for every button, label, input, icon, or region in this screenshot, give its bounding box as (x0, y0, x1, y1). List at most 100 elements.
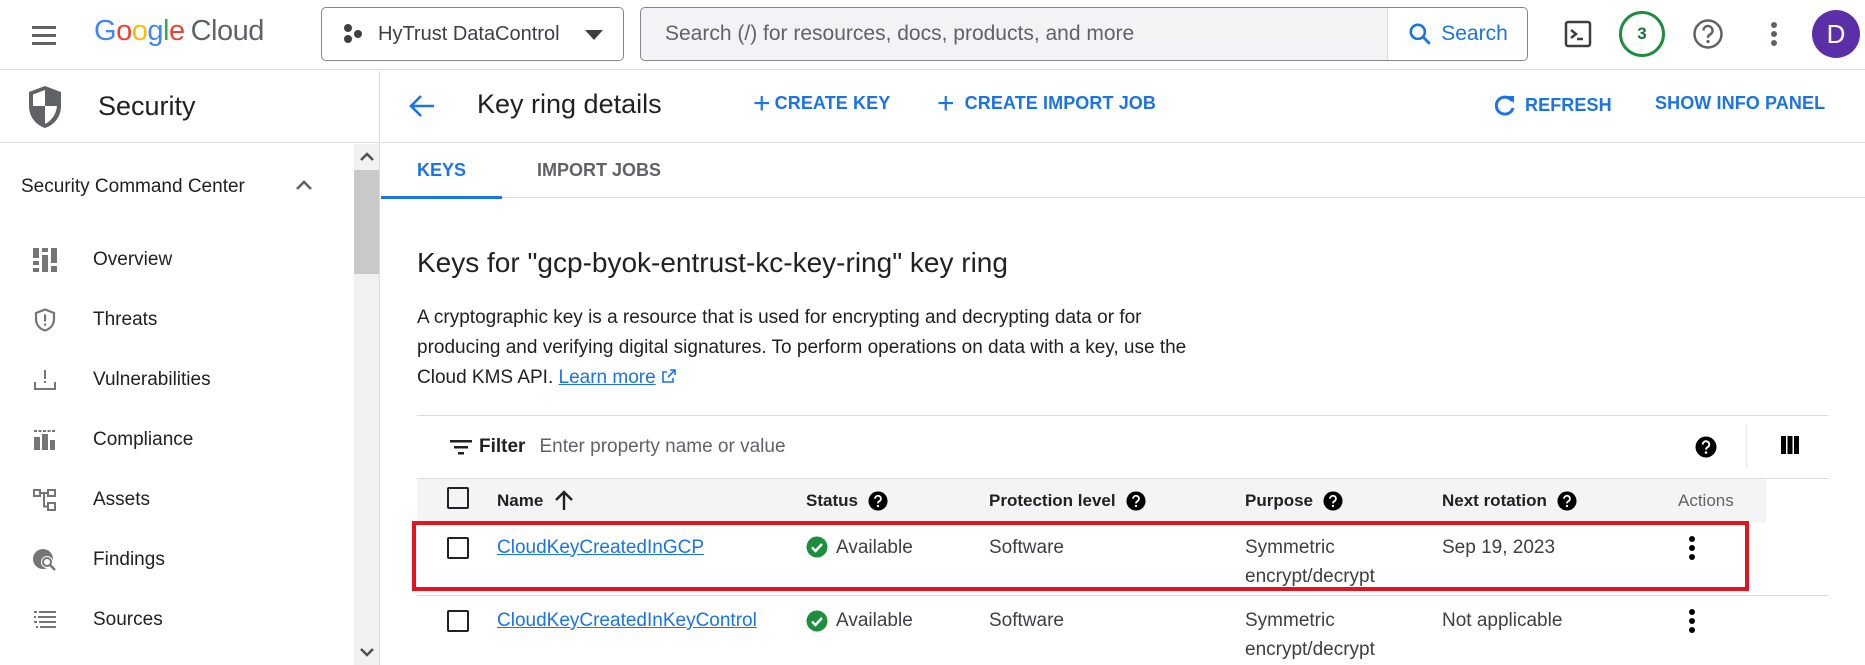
filter-label: Filter (479, 436, 526, 457)
hamburger-icon (32, 26, 56, 29)
keys-description: A cryptographic key is a resource that i… (417, 303, 1207, 393)
section-security-command-center[interactable]: Security Command Center (0, 144, 352, 230)
sidebar-header: Security (0, 71, 379, 143)
logo-letter: o (116, 15, 132, 47)
check-circle-icon (806, 536, 828, 558)
create-key-button[interactable]: + CREATE KEY (753, 88, 890, 118)
search-bar: Search (640, 7, 1528, 61)
search-button[interactable]: Search (1387, 8, 1527, 60)
sidebar-item-threats[interactable]: Threats (0, 290, 352, 350)
column-header-status[interactable]: Status (806, 479, 989, 523)
google-cloud-logo[interactable]: Google Cloud (94, 15, 264, 48)
nav-label: Threats (93, 309, 158, 330)
select-all-checkbox[interactable] (447, 487, 469, 510)
column-header-purpose[interactable]: Purpose (1245, 479, 1442, 523)
filter-icon (450, 440, 472, 455)
logo-cloud-text: Cloud (190, 15, 265, 47)
filter-help-button[interactable] (1695, 436, 1717, 463)
logo-letter: G (94, 15, 117, 47)
create-import-job-button[interactable]: + CREATE IMPORT JOB (937, 86, 1156, 120)
more-options-button[interactable] (1754, 14, 1794, 54)
search-icon (1409, 23, 1431, 45)
logo-letter: o (131, 15, 148, 47)
help-filled-icon[interactable] (1323, 491, 1343, 511)
nav-label: Vulnerabilities (93, 369, 211, 390)
learn-more-label: Learn more (558, 367, 656, 388)
table-row[interactable]: CloudKeyCreatedInKeyControl Available So… (417, 596, 1829, 665)
nav-label: Assets (93, 489, 151, 510)
search-button-label: Search (1441, 22, 1508, 45)
sidebar-item-sources[interactable]: Sources (0, 590, 352, 650)
refresh-button[interactable]: REFRESH (1493, 93, 1612, 117)
scroll-up-button[interactable] (354, 144, 379, 169)
sources-icon (30, 605, 60, 635)
plus-icon: + (937, 86, 955, 120)
nav-label: Sources (93, 609, 163, 630)
filter-bar: Filter (417, 415, 1829, 478)
show-info-panel-button[interactable]: SHOW INFO PANEL (1655, 93, 1825, 114)
help-filled-icon[interactable] (1557, 491, 1577, 511)
learn-more-link[interactable]: Learn more (559, 367, 656, 388)
scrollbar-thumb[interactable] (354, 170, 379, 274)
back-button[interactable] (408, 93, 436, 124)
cloud-shell-button[interactable] (1558, 14, 1598, 54)
column-header-name[interactable]: Name (497, 479, 806, 523)
row-spacer (1766, 596, 1829, 665)
sidebar-item-findings[interactable]: Findings (0, 530, 352, 590)
tab-keys[interactable]: KEYS (380, 143, 503, 199)
refresh-label: REFRESH (1525, 94, 1612, 115)
table-row[interactable]: CloudKeyCreatedInGCP Available Software … (417, 523, 1829, 596)
row-actions-button[interactable] (1688, 535, 1696, 570)
purpose-line: Symmetric (1245, 536, 1335, 558)
nav-label: Findings (93, 549, 165, 570)
help-filled-icon[interactable] (868, 491, 888, 511)
refresh-icon (1494, 95, 1515, 116)
project-picker[interactable]: HyTrust DataControl (321, 7, 624, 61)
column-label: Actions (1678, 490, 1734, 510)
keys-table-container: Filter Name Status (417, 415, 1829, 665)
column-display-button[interactable] (1780, 435, 1800, 460)
tab-bar: KEYS IMPORT JOBS (380, 143, 1865, 199)
show-info-panel-label: SHOW INFO PANEL (1655, 93, 1826, 113)
dashboard-icon (30, 245, 60, 275)
help-filled-icon (1695, 436, 1717, 458)
compliance-icon (30, 425, 60, 455)
more-vert-icon (1689, 609, 1695, 633)
arrow-back-icon (409, 95, 434, 117)
sidebar-scrollbar[interactable] (354, 144, 379, 665)
account-button[interactable]: D (1812, 10, 1860, 58)
keys-heading: Keys for "gcp-byok-entrust-kc-key-ring" … (417, 247, 1008, 278)
row-spacer (1766, 523, 1829, 596)
sidebar-item-assets[interactable]: Assets (0, 470, 352, 530)
main-menu-button[interactable] (30, 21, 58, 49)
column-header-next-rotation[interactable]: Next rotation (1442, 479, 1678, 523)
sort-ascending-icon[interactable] (553, 490, 575, 512)
sidebar-item-vulnerabilities[interactable]: Vulnerabilities (0, 350, 352, 410)
more-vert-icon (1771, 22, 1777, 46)
sidebar-item-compliance[interactable]: Compliance (0, 410, 352, 470)
tab-import-jobs[interactable]: IMPORT JOBS (537, 143, 661, 198)
shield-alert-icon (30, 305, 60, 335)
notifications-button[interactable]: 3 (1618, 10, 1666, 58)
help-button[interactable] (1688, 14, 1728, 54)
row-actions-button[interactable] (1688, 608, 1696, 643)
purpose-cell: Symmetric encrypt/decrypt (1245, 523, 1442, 596)
hamburger-icon-line (32, 34, 56, 37)
table-spacer (1766, 478, 1829, 523)
filter-input[interactable] (539, 436, 1140, 458)
scroll-down-button[interactable] (354, 640, 379, 665)
column-label: Purpose (1245, 490, 1314, 510)
status-text: Available (836, 536, 913, 558)
row-checkbox[interactable] (447, 610, 469, 632)
row-checkbox[interactable] (447, 536, 469, 559)
sidebar-item-overview[interactable]: Overview (0, 230, 352, 290)
search-input[interactable] (641, 8, 1387, 60)
help-filled-icon[interactable] (1126, 491, 1146, 511)
top-bar: GoogleCloud HyTrust DataControl Search 3… (0, 0, 1865, 70)
purpose-line: encrypt/decrypt (1245, 639, 1375, 660)
key-name-link[interactable]: CloudKeyCreatedInGCP (497, 537, 704, 558)
toolbar-divider (1746, 424, 1747, 468)
filter-button[interactable]: Filter (449, 436, 525, 458)
column-header-protection-level[interactable]: Protection level (989, 479, 1245, 523)
key-name-link[interactable]: CloudKeyCreatedInKeyControl (497, 610, 757, 631)
